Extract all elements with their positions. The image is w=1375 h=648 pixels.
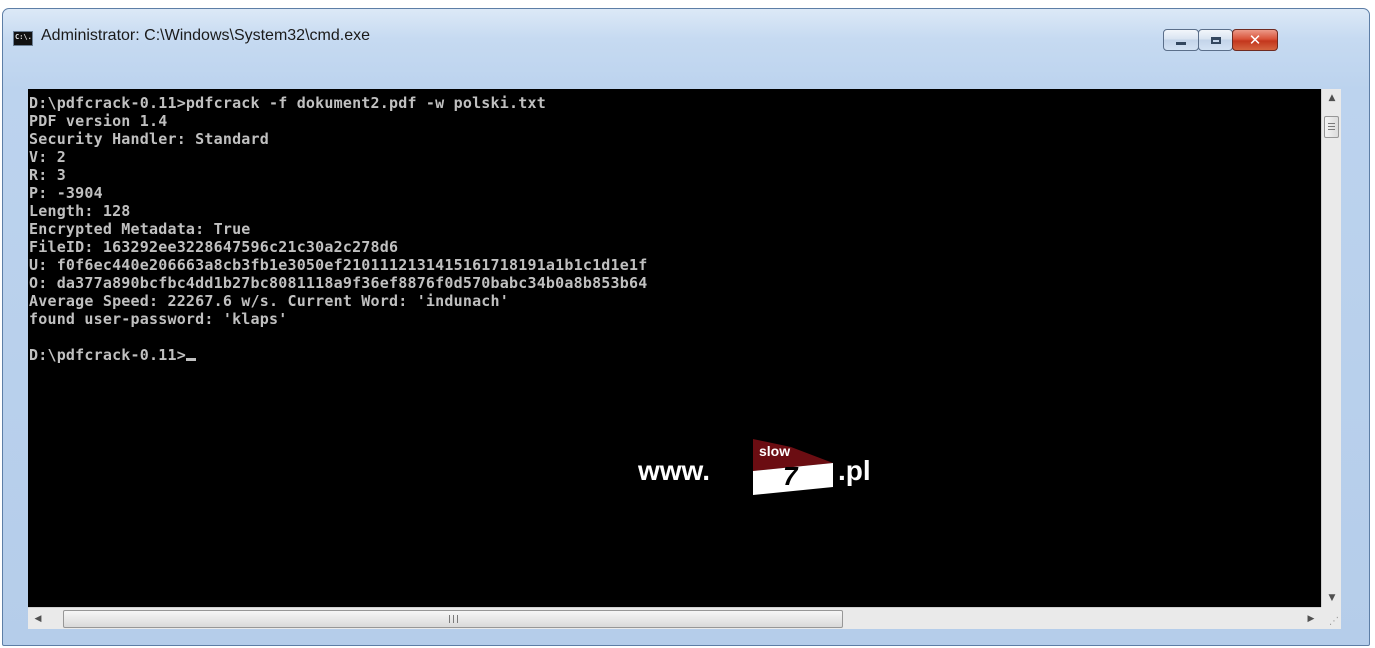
- console-area[interactable]: D:\pdfcrack-0.11>pdfcrack -f dokument2.p…: [28, 89, 1321, 607]
- close-button[interactable]: ✕: [1232, 29, 1278, 51]
- cmd-window: C:\. Administrator: C:\Windows\System32\…: [2, 8, 1370, 646]
- arrow-up-icon: ▲: [1328, 93, 1336, 103]
- console-line: PDF version 1.4: [29, 112, 168, 130]
- maximize-icon: [1210, 36, 1221, 44]
- horizontal-scroll-thumb[interactable]: [63, 610, 843, 628]
- console-line: D:\pdfcrack-0.11>pdfcrack -f dokument2.p…: [29, 94, 546, 112]
- watermark-suffix: .pl: [838, 455, 871, 486]
- scroll-up-button[interactable]: ▲: [1322, 89, 1342, 107]
- arrow-down-icon: ▼: [1328, 593, 1336, 603]
- watermark-badge: slow 7: [743, 437, 839, 497]
- console-line: Average Speed: 22267.6 w/s. Current Word…: [29, 292, 509, 310]
- vertical-scroll-thumb[interactable]: [1324, 116, 1339, 138]
- maximize-button[interactable]: [1198, 29, 1233, 51]
- arrow-left-icon: ◀: [34, 614, 42, 624]
- window-title: Administrator: C:\Windows\System32\cmd.e…: [41, 27, 370, 44]
- console-line: FileID: 163292ee3228647596c21c30a2c278d6: [29, 238, 399, 256]
- grip-line: [1328, 123, 1335, 124]
- console-line: O: da377a890bcfbc4dd1b27bc8081118a9f36ef…: [29, 274, 648, 292]
- horizontal-scrollbar[interactable]: ◀ ▶: [28, 607, 1321, 629]
- console-line: found user-password: 'klaps': [29, 310, 288, 328]
- cmd-app-icon[interactable]: C:\.: [13, 31, 33, 46]
- grip-icon: [448, 615, 458, 623]
- console-line: U: f0f6ec440e206663a8cb3fb1e3050ef210111…: [29, 256, 648, 274]
- console-line: Length: 128: [29, 202, 131, 220]
- watermark-prefix: www.: [638, 455, 711, 486]
- grip-line: [1328, 126, 1335, 127]
- grip-line: [1328, 129, 1335, 130]
- minimize-button[interactable]: [1163, 29, 1199, 51]
- console-line: Encrypted Metadata: True: [29, 220, 251, 238]
- watermark-logo: www. slow 7 .pl: [638, 437, 898, 499]
- console-line: Security Handler: Standard: [29, 130, 269, 148]
- scroll-right-button[interactable]: ▶: [1301, 610, 1321, 628]
- command-prompt[interactable]: D:\pdfcrack-0.11>: [28, 346, 1321, 364]
- watermark-badge-number: 7: [783, 461, 798, 491]
- resize-grip-icon[interactable]: ⋰: [1321, 607, 1341, 629]
- prompt-text: D:\pdfcrack-0.11>: [29, 346, 186, 364]
- console-line: R: 3: [29, 166, 66, 184]
- vertical-scrollbar[interactable]: ▲ ▼: [1321, 89, 1341, 607]
- arrow-right-icon: ▶: [1307, 614, 1315, 624]
- title-bar[interactable]: C:\. Administrator: C:\Windows\System32\…: [3, 9, 1369, 79]
- minimize-icon: [1176, 41, 1186, 45]
- console-line: P: -3904: [29, 184, 103, 202]
- watermark-badge-top: slow: [759, 443, 791, 459]
- text-cursor: [185, 358, 196, 361]
- console-line: V: 2: [29, 148, 66, 166]
- console-output: D:\pdfcrack-0.11>pdfcrack -f dokument2.p…: [28, 89, 1321, 364]
- scroll-left-button[interactable]: ◀: [28, 610, 48, 628]
- scroll-down-button[interactable]: ▼: [1322, 589, 1342, 607]
- close-icon: ✕: [1248, 30, 1262, 49]
